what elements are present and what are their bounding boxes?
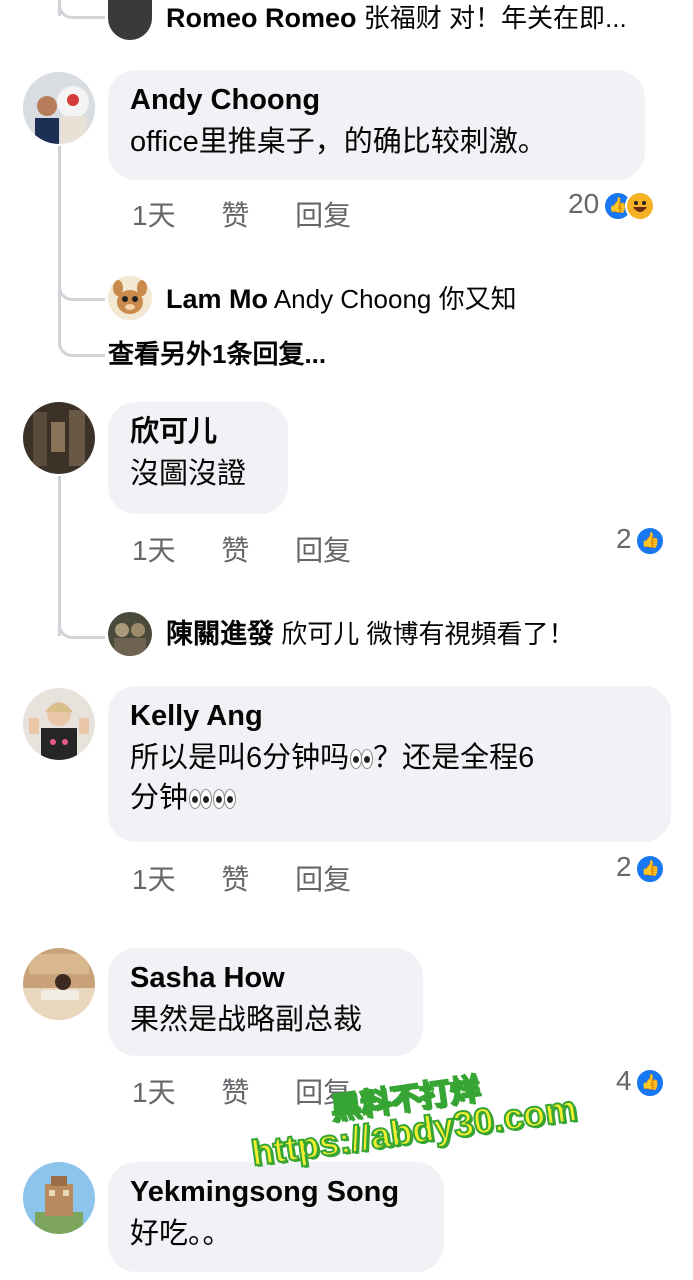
comment-bubble: Sasha How 果然是战略副总裁 — [108, 948, 423, 1056]
avatar[interactable] — [108, 612, 152, 656]
like-icon: 👍 — [635, 1067, 666, 1098]
eyes-emoji-icon — [189, 789, 213, 810]
reaction-count: 2 — [616, 523, 632, 554]
avatar[interactable] — [108, 0, 152, 40]
avatar[interactable] — [23, 402, 95, 474]
reply-mention[interactable]: Andy Choong — [274, 284, 432, 314]
comment-author[interactable]: Andy Choong — [130, 82, 623, 118]
comment-bubble: Andy Choong office里推桌子，的确比较刺激。 — [108, 70, 645, 180]
thread-hook — [58, 322, 105, 357]
reply-author[interactable]: 陳關進發 — [166, 619, 274, 649]
like-button[interactable]: 赞 — [221, 529, 249, 569]
thread-hook — [58, 268, 105, 301]
thread-hook — [58, 0, 105, 19]
comment-bubble: Yekmingsong Song 好吃。。 — [108, 1162, 444, 1272]
comment-actions: 1天 赞 回复 — [132, 194, 389, 234]
comment-actions: 1天 赞 回复 — [132, 529, 389, 569]
comment-text: 沒圖沒證 — [130, 458, 247, 490]
avatar[interactable] — [23, 688, 95, 760]
like-button[interactable]: 赞 — [221, 1071, 249, 1111]
reply-text: 对！年关在即... — [449, 3, 627, 33]
reply-author[interactable]: Lam Mo — [166, 284, 268, 314]
avatar[interactable] — [23, 1162, 95, 1234]
reply-mention[interactable]: 张福财 — [364, 3, 442, 33]
thread-hook — [58, 604, 105, 639]
comment-text: 果然是战略副总裁 — [130, 1004, 363, 1036]
comment-time[interactable]: 1天 — [132, 529, 176, 569]
comment-time[interactable]: 1天 — [132, 194, 176, 234]
reply-mention[interactable]: 欣可儿 — [281, 619, 359, 649]
comment-author[interactable]: 欣可儿 — [130, 414, 266, 450]
like-button[interactable]: 赞 — [221, 858, 249, 898]
avatar[interactable] — [108, 276, 152, 320]
comment-text-part: 所以是叫6分钟吗 — [130, 742, 350, 774]
reply-text: 微博有視頻看了！ — [366, 619, 575, 649]
comment-text: office里推桌子，的确比较刺激。 — [130, 126, 547, 158]
comment-author[interactable]: Yekmingsong Song — [130, 1174, 422, 1210]
eyes-emoji-icon — [213, 789, 237, 810]
avatar[interactable] — [23, 948, 95, 1020]
reply-row: Lam Mo Andy Choong 你又知 — [166, 281, 517, 317]
comment-text: 所以是叫6分钟吗 ？还是全程6 分钟 — [130, 738, 649, 818]
comment-time[interactable]: 1天 — [132, 1071, 176, 1111]
comment-text-part: 分钟 — [130, 782, 189, 814]
reaction-count: 20 — [568, 188, 600, 219]
haha-icon — [624, 190, 655, 221]
like-button[interactable]: 赞 — [221, 194, 249, 234]
comment-bubble: 欣可儿 沒圖沒證 — [108, 402, 288, 514]
comment-bubble: Kelly Ang 所以是叫6分钟吗 ？还是全程6 分钟 — [108, 686, 671, 842]
avatar[interactable] — [23, 72, 95, 144]
reply-author[interactable]: Romeo Romeo — [166, 3, 357, 33]
like-icon: 👍 — [635, 525, 666, 556]
reply-button[interactable]: 回复 — [295, 858, 351, 898]
eyes-emoji-icon — [350, 749, 374, 770]
reaction-summary[interactable]: 2 👍 — [616, 851, 666, 884]
reaction-count: 4 — [616, 1065, 632, 1096]
comment-text: 好吃。。 — [130, 1218, 232, 1250]
reaction-summary[interactable]: 4 👍 — [616, 1065, 666, 1098]
reaction-summary[interactable]: 2 👍 — [616, 523, 666, 556]
reply-row: Romeo Romeo 张福财 对！年关在即... — [166, 0, 627, 36]
reaction-summary[interactable]: 20 👍 — [568, 188, 655, 221]
comment-author[interactable]: Sasha How — [130, 960, 401, 996]
comment-actions: 1天 赞 回复 — [132, 858, 389, 898]
view-more-replies-link[interactable]: 查看另外1条回复... — [108, 336, 326, 372]
reply-button[interactable]: 回复 — [295, 194, 351, 234]
comment-time[interactable]: 1天 — [132, 858, 176, 898]
reply-text: 你又知 — [438, 284, 517, 314]
reaction-count: 2 — [616, 851, 632, 882]
comment-author[interactable]: Kelly Ang — [130, 698, 649, 734]
comment-text-part: ？还是全程6 — [373, 742, 535, 774]
reply-button[interactable]: 回复 — [295, 529, 351, 569]
reply-row: 陳關進發 欣可儿 微博有視頻看了！ — [166, 616, 575, 652]
like-icon: 👍 — [635, 853, 666, 884]
